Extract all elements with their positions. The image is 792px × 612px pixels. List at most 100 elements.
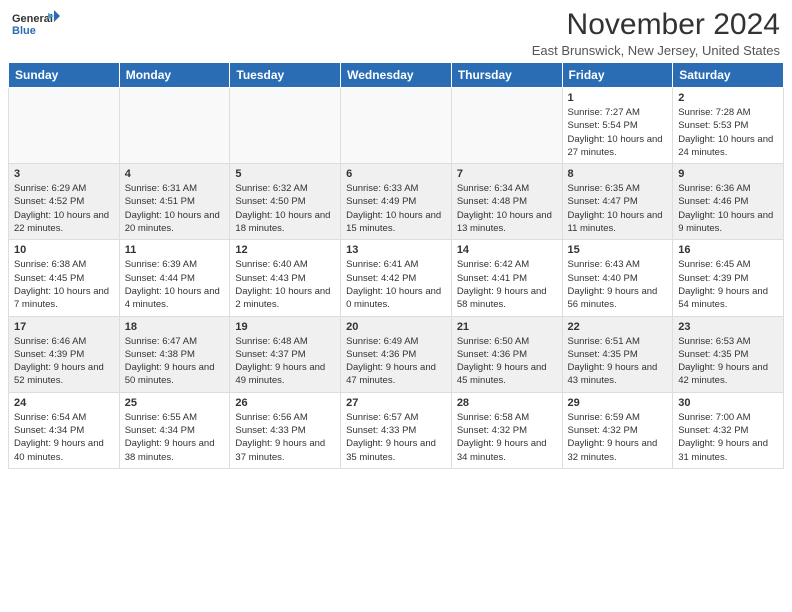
day-info: Sunrise: 6:56 AM Sunset: 4:33 PM Dayligh… xyxy=(235,411,335,464)
col-wednesday: Wednesday xyxy=(341,63,452,88)
day-cell: 21 Sunrise: 6:50 AM Sunset: 4:36 PM Dayli… xyxy=(451,316,562,392)
day-number: 22 xyxy=(568,321,668,333)
day-cell: 6Sunrise: 6:33 AM Sunset: 4:49 PM Daylig… xyxy=(341,164,452,240)
day-number: 17 xyxy=(14,321,114,333)
day-info: Sunrise: 6:45 AM Sunset: 4:39 PM Dayligh… xyxy=(678,258,778,311)
day-number: 15 xyxy=(568,244,668,256)
day-cell: 9 Sunrise: 6:36 AM Sunset: 4:46 PM Daylig… xyxy=(673,164,784,240)
day-number: 6 xyxy=(346,168,446,180)
day-number: 27 xyxy=(346,397,446,409)
logo: General Blue xyxy=(12,8,60,46)
day-info: Sunrise: 6:31 AM Sunset: 4:51 PM Dayligh… xyxy=(125,182,225,235)
day-cell: 19 Sunrise: 6:48 AM Sunset: 4:37 PM Dayli… xyxy=(230,316,341,392)
day-cell: 18 Sunrise: 6:47 AM Sunset: 4:38 PM Dayli… xyxy=(119,316,230,392)
title-section: November 2024 East Brunswick, New Jersey… xyxy=(532,8,780,58)
day-number: 11 xyxy=(125,244,225,256)
day-cell: 2Sunrise: 7:28 AM Sunset: 5:53 PM Daylig… xyxy=(673,88,784,164)
day-info: Sunrise: 6:35 AM Sunset: 4:47 PM Dayligh… xyxy=(568,182,668,235)
day-number: 3 xyxy=(14,168,114,180)
day-number: 9 xyxy=(678,168,778,180)
day-number: 20 xyxy=(346,321,446,333)
day-number: 14 xyxy=(457,244,557,256)
day-cell: 25 Sunrise: 6:55 AM Sunset: 4:34 PM Dayli… xyxy=(119,392,230,468)
day-info: Sunrise: 6:43 AM Sunset: 4:40 PM Dayligh… xyxy=(568,258,668,311)
day-info: Sunrise: 7:28 AM Sunset: 5:53 PM Dayligh… xyxy=(678,106,778,159)
day-cell: 27 Sunrise: 6:57 AM Sunset: 4:33 PM Dayli… xyxy=(341,392,452,468)
day-info: Sunrise: 7:00 AM Sunset: 4:32 PM Dayligh… xyxy=(678,411,778,464)
day-number: 10 xyxy=(14,244,114,256)
location: East Brunswick, New Jersey, United State… xyxy=(532,43,780,58)
day-cell: 8 Sunrise: 6:35 AM Sunset: 4:47 PM Daylig… xyxy=(562,164,673,240)
day-cell: 17 Sunrise: 6:46 AM Sunset: 4:39 PM Dayli… xyxy=(9,316,120,392)
col-saturday: Saturday xyxy=(673,63,784,88)
day-number: 19 xyxy=(235,321,335,333)
day-info: Sunrise: 6:49 AM Sunset: 4:36 PM Dayligh… xyxy=(346,335,446,388)
day-cell: 30 Sunrise: 7:00 AM Sunset: 4:32 PM Dayli… xyxy=(673,392,784,468)
day-info: Sunrise: 6:34 AM Sunset: 4:48 PM Dayligh… xyxy=(457,182,557,235)
day-info: Sunrise: 6:41 AM Sunset: 4:42 PM Dayligh… xyxy=(346,258,446,311)
day-number: 18 xyxy=(125,321,225,333)
day-cell xyxy=(230,88,341,164)
day-cell: 22 Sunrise: 6:51 AM Sunset: 4:35 PM Dayli… xyxy=(562,316,673,392)
day-cell: 26 Sunrise: 6:56 AM Sunset: 4:33 PM Dayli… xyxy=(230,392,341,468)
day-cell xyxy=(9,88,120,164)
day-info: Sunrise: 6:39 AM Sunset: 4:44 PM Dayligh… xyxy=(125,258,225,311)
day-number: 23 xyxy=(678,321,778,333)
day-cell: 28Sunrise: 6:58 AM Sunset: 4:32 PM Dayli… xyxy=(451,392,562,468)
day-cell: 10 Sunrise: 6:38 AM Sunset: 4:45 PM Dayli… xyxy=(9,240,120,316)
col-friday: Friday xyxy=(562,63,673,88)
calendar-table: Sunday Monday Tuesday Wednesday Thursday… xyxy=(8,62,784,469)
day-cell: 5 Sunrise: 6:32 AM Sunset: 4:50 PM Daylig… xyxy=(230,164,341,240)
day-info: Sunrise: 6:40 AM Sunset: 4:43 PM Dayligh… xyxy=(235,258,335,311)
day-info: Sunrise: 6:53 AM Sunset: 4:35 PM Dayligh… xyxy=(678,335,778,388)
day-number: 30 xyxy=(678,397,778,409)
calendar-week-row: 17 Sunrise: 6:46 AM Sunset: 4:39 PM Dayli… xyxy=(9,316,784,392)
day-number: 4 xyxy=(125,168,225,180)
day-cell xyxy=(341,88,452,164)
day-cell: 3 Sunrise: 6:29 AM Sunset: 4:52 PM Daylig… xyxy=(9,164,120,240)
day-cell: 16 Sunrise: 6:45 AM Sunset: 4:39 PM Dayli… xyxy=(673,240,784,316)
day-info: Sunrise: 6:46 AM Sunset: 4:39 PM Dayligh… xyxy=(14,335,114,388)
day-number: 29 xyxy=(568,397,668,409)
day-number: 16 xyxy=(678,244,778,256)
day-info: Sunrise: 6:51 AM Sunset: 4:35 PM Dayligh… xyxy=(568,335,668,388)
day-cell: 23 Sunrise: 6:53 AM Sunset: 4:35 PM Dayli… xyxy=(673,316,784,392)
day-cell: 1Sunrise: 7:27 AM Sunset: 5:54 PM Daylig… xyxy=(562,88,673,164)
day-number: 13 xyxy=(346,244,446,256)
day-cell: 14 Sunrise: 6:42 AM Sunset: 4:41 PM Dayli… xyxy=(451,240,562,316)
day-cell xyxy=(119,88,230,164)
day-cell: 4 Sunrise: 6:31 AM Sunset: 4:51 PM Daylig… xyxy=(119,164,230,240)
day-info: Sunrise: 6:29 AM Sunset: 4:52 PM Dayligh… xyxy=(14,182,114,235)
day-number: 1 xyxy=(568,92,668,104)
day-info: Sunrise: 6:57 AM Sunset: 4:33 PM Dayligh… xyxy=(346,411,446,464)
logo-icon: General Blue xyxy=(12,8,60,46)
day-cell: 24 Sunrise: 6:54 AM Sunset: 4:34 PM Dayli… xyxy=(9,392,120,468)
day-info: Sunrise: 6:48 AM Sunset: 4:37 PM Dayligh… xyxy=(235,335,335,388)
svg-text:General: General xyxy=(12,13,53,25)
day-info: Sunrise: 6:54 AM Sunset: 4:34 PM Dayligh… xyxy=(14,411,114,464)
day-number: 5 xyxy=(235,168,335,180)
day-info: Sunrise: 6:38 AM Sunset: 4:45 PM Dayligh… xyxy=(14,258,114,311)
col-sunday: Sunday xyxy=(9,63,120,88)
day-cell: 7 Sunrise: 6:34 AM Sunset: 4:48 PM Daylig… xyxy=(451,164,562,240)
col-thursday: Thursday xyxy=(451,63,562,88)
day-number: 26 xyxy=(235,397,335,409)
day-info: Sunrise: 6:36 AM Sunset: 4:46 PM Dayligh… xyxy=(678,182,778,235)
calendar-week-row: 3 Sunrise: 6:29 AM Sunset: 4:52 PM Daylig… xyxy=(9,164,784,240)
col-monday: Monday xyxy=(119,63,230,88)
day-number: 28 xyxy=(457,397,557,409)
day-number: 8 xyxy=(568,168,668,180)
day-info: Sunrise: 6:42 AM Sunset: 4:41 PM Dayligh… xyxy=(457,258,557,311)
calendar-week-row: 24 Sunrise: 6:54 AM Sunset: 4:34 PM Dayli… xyxy=(9,392,784,468)
day-number: 25 xyxy=(125,397,225,409)
day-cell xyxy=(451,88,562,164)
day-number: 24 xyxy=(14,397,114,409)
calendar-week-row: 1Sunrise: 7:27 AM Sunset: 5:54 PM Daylig… xyxy=(9,88,784,164)
day-number: 21 xyxy=(457,321,557,333)
day-info: Sunrise: 6:32 AM Sunset: 4:50 PM Dayligh… xyxy=(235,182,335,235)
day-number: 7 xyxy=(457,168,557,180)
day-info: Sunrise: 6:50 AM Sunset: 4:36 PM Dayligh… xyxy=(457,335,557,388)
day-info: Sunrise: 6:47 AM Sunset: 4:38 PM Dayligh… xyxy=(125,335,225,388)
day-info: Sunrise: 6:59 AM Sunset: 4:32 PM Dayligh… xyxy=(568,411,668,464)
day-info: Sunrise: 6:55 AM Sunset: 4:34 PM Dayligh… xyxy=(125,411,225,464)
